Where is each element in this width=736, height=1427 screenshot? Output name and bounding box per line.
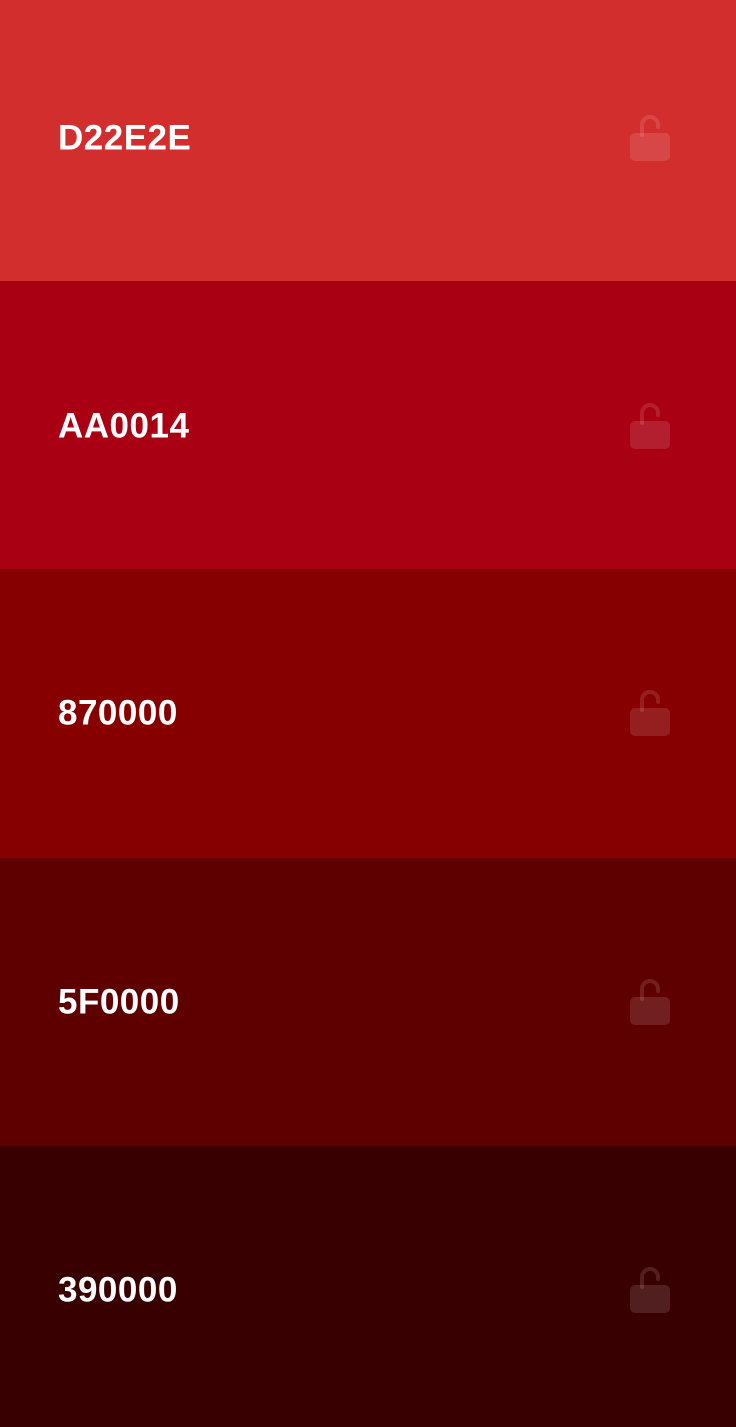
hex-code-label[interactable]: AA0014 — [58, 409, 189, 444]
hex-code-label[interactable]: 870000 — [58, 696, 178, 731]
hex-code-label[interactable]: 390000 — [58, 1273, 178, 1308]
unlock-icon[interactable] — [628, 1263, 672, 1315]
hex-code-label[interactable]: D22E2E — [58, 121, 191, 156]
unlock-icon[interactable] — [628, 399, 672, 451]
color-swatch[interactable]: 870000 — [0, 569, 736, 858]
color-swatch[interactable]: 5F0000 — [0, 858, 736, 1146]
hex-code-label[interactable]: 5F0000 — [58, 985, 180, 1020]
unlock-icon[interactable] — [628, 975, 672, 1027]
unlock-icon[interactable] — [628, 111, 672, 163]
color-swatch[interactable]: AA0014 — [0, 281, 736, 569]
unlock-icon[interactable] — [628, 686, 672, 738]
color-swatch[interactable]: D22E2E — [0, 0, 736, 281]
color-swatch[interactable]: 390000 — [0, 1146, 736, 1427]
color-palette: D22E2E AA0014 870000 5F0000 390000 — [0, 0, 736, 1427]
